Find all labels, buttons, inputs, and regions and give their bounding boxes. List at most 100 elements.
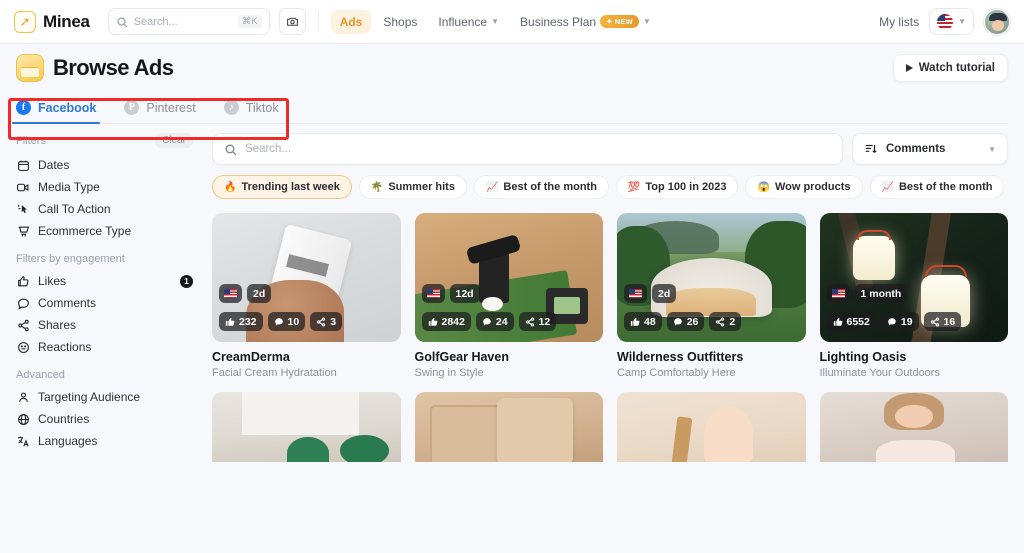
- sidebar-item-shares-label: Shares: [38, 318, 193, 332]
- chip-best-of-the-month-2-label: Best of the month: [899, 181, 993, 193]
- comment-icon: [673, 317, 683, 327]
- facebook-icon: f: [16, 100, 31, 115]
- country-badge: [624, 284, 647, 303]
- platform-tabs-wrapper: f Facebook P Pinterest ♪ Tiktok: [0, 92, 1024, 124]
- ad-thumbnail[interactable]: [415, 392, 604, 462]
- brand-logo-group[interactable]: ➚ Minea: [14, 11, 90, 33]
- ad-thumbnail[interactable]: [617, 392, 806, 462]
- clear-filters-button[interactable]: Clear: [155, 133, 193, 148]
- sidebar-item-languages[interactable]: Languages: [16, 430, 193, 452]
- ad-card[interactable]: 2d 232 10 3: [212, 213, 401, 379]
- ad-card-subtitle: Camp Comfortably Here: [617, 367, 806, 379]
- ad-card[interactable]: 1 month 6552 19 16: [820, 213, 1009, 379]
- ad-card-subtitle: Swing in Style: [415, 367, 604, 379]
- camera-icon: [286, 15, 299, 28]
- tab-tiktok[interactable]: ♪ Tiktok: [224, 100, 279, 123]
- nav-link-ads[interactable]: Ads: [331, 10, 372, 34]
- sidebar-item-call-to-action[interactable]: Call To Action: [16, 198, 193, 220]
- search-icon: [116, 16, 128, 28]
- globe-icon: [16, 413, 30, 426]
- ad-card[interactable]: [212, 392, 401, 462]
- cursor-click-icon: [16, 203, 30, 216]
- ad-age-badge: 1 month: [855, 284, 908, 303]
- chip-top-100-in-2023-label: Top 100 in 2023: [645, 181, 726, 193]
- chip-wow-products-label: Wow products: [775, 181, 851, 193]
- sidebar-item-shares[interactable]: Shares: [16, 314, 193, 336]
- ad-card[interactable]: 2d 48 26 2: [617, 213, 806, 379]
- ad-card[interactable]: [415, 392, 604, 462]
- ad-meta-row-top: 12d: [422, 284, 480, 303]
- nav-divider: [318, 12, 319, 32]
- sidebar-item-reactions[interactable]: Reactions: [16, 336, 193, 358]
- chip-summer-hits[interactable]: 🌴 Summer hits: [359, 175, 467, 199]
- sidebar-item-call-to-action-label: Call To Action: [38, 202, 193, 216]
- person-icon: [16, 391, 30, 404]
- tab-facebook[interactable]: f Facebook: [16, 100, 96, 123]
- likes-count: 2842: [442, 316, 465, 328]
- chip-trending-last-week-label: Trending last week: [241, 181, 339, 193]
- nav-link-influence[interactable]: Influence ▼: [429, 10, 508, 34]
- folder-emoji-icon: [16, 54, 44, 82]
- ads-search-input[interactable]: Search...: [212, 133, 843, 165]
- tab-pinterest[interactable]: P Pinterest: [124, 100, 195, 123]
- wow-emoji-icon: 😱: [757, 182, 769, 193]
- chip-trending-last-week[interactable]: 🔥 Trending last week: [212, 175, 352, 199]
- chip-best-of-the-month[interactable]: 📈 Best of the month: [474, 175, 609, 199]
- ad-thumbnail[interactable]: [820, 392, 1009, 462]
- chip-top-100-in-2023[interactable]: 💯 Top 100 in 2023: [616, 175, 739, 199]
- ad-thumbnail[interactable]: 12d 2842 24 12: [415, 213, 604, 342]
- watch-tutorial-button[interactable]: Watch tutorial: [893, 54, 1008, 82]
- image-search-button[interactable]: [279, 8, 306, 35]
- likes-badge: 232: [219, 312, 263, 331]
- minea-logo-icon: ➚: [14, 11, 36, 33]
- nav-link-business-plan[interactable]: Business Plan ✦ NEW ▼: [511, 10, 660, 34]
- sidebar-item-ecommerce-type[interactable]: Ecommerce Type: [16, 220, 193, 242]
- sidebar-item-countries[interactable]: Countries: [16, 408, 193, 430]
- watch-tutorial-label: Watch tutorial: [919, 62, 995, 74]
- search-icon: [224, 143, 237, 156]
- ad-thumbnail[interactable]: 2d 48 26 2: [617, 213, 806, 342]
- nav-link-ads-label: Ads: [340, 15, 363, 29]
- sidebar-item-media-type-label: Media Type: [38, 180, 193, 194]
- top-navigation-bar: ➚ Minea Search... ⌘K Ads Shops Influence…: [0, 0, 1024, 44]
- pinterest-icon: P: [124, 100, 139, 115]
- shares-badge: 3: [310, 312, 342, 331]
- ad-age-badge: 12d: [450, 284, 480, 303]
- sidebar-item-languages-label: Languages: [38, 434, 193, 448]
- tab-facebook-label: Facebook: [38, 101, 96, 115]
- ad-thumbnail[interactable]: 1 month 6552 19 16: [820, 213, 1009, 342]
- avatar[interactable]: [984, 9, 1010, 35]
- my-lists-link[interactable]: My lists: [879, 15, 919, 29]
- comment-icon: [887, 317, 897, 327]
- global-search-input[interactable]: Search... ⌘K: [108, 8, 270, 35]
- sidebar-item-likes[interactable]: Likes 1: [16, 270, 193, 292]
- chip-best-of-the-month-2[interactable]: 📈 Best of the month: [870, 175, 1005, 199]
- sort-dropdown[interactable]: Comments ▼: [852, 133, 1008, 165]
- chip-wow-products[interactable]: 😱 Wow products: [745, 175, 862, 199]
- shares-badge: 12: [519, 312, 557, 331]
- sidebar-item-comments[interactable]: Comments: [16, 292, 193, 314]
- chip-best-of-the-month-label: Best of the month: [503, 181, 597, 193]
- ad-card[interactable]: 12d 2842 24 12: [415, 213, 604, 379]
- page-body: Filters Clear Dates Media Type: [0, 124, 1024, 524]
- likes-badge: 2842: [422, 312, 471, 331]
- chip-summer-hits-label: Summer hits: [388, 181, 455, 193]
- ad-stats-row: 232 10 3: [219, 312, 342, 331]
- likes-filter-count: 1: [180, 275, 193, 288]
- locale-selector[interactable]: ▼: [929, 8, 974, 35]
- sidebar-item-media-type[interactable]: Media Type: [16, 176, 193, 198]
- sidebar-item-dates[interactable]: Dates: [16, 154, 193, 176]
- sort-icon: [864, 142, 878, 156]
- ad-thumbnail[interactable]: [212, 392, 401, 462]
- ad-card[interactable]: [820, 392, 1009, 462]
- filters-heading: Filters: [16, 135, 46, 147]
- ad-thumbnail[interactable]: 2d 232 10 3: [212, 213, 401, 342]
- shares-badge: 16: [924, 312, 962, 331]
- ad-card[interactable]: [617, 392, 806, 462]
- search-and-sort-row: Search... Comments ▼: [212, 133, 1008, 165]
- nav-link-shops[interactable]: Shops: [374, 10, 426, 34]
- nav-link-influence-label: Influence: [438, 15, 487, 29]
- ads-search-placeholder: Search...: [245, 143, 291, 155]
- platform-tabs: f Facebook P Pinterest ♪ Tiktok: [16, 92, 1008, 124]
- sidebar-item-targeting-audience[interactable]: Targeting Audience: [16, 386, 193, 408]
